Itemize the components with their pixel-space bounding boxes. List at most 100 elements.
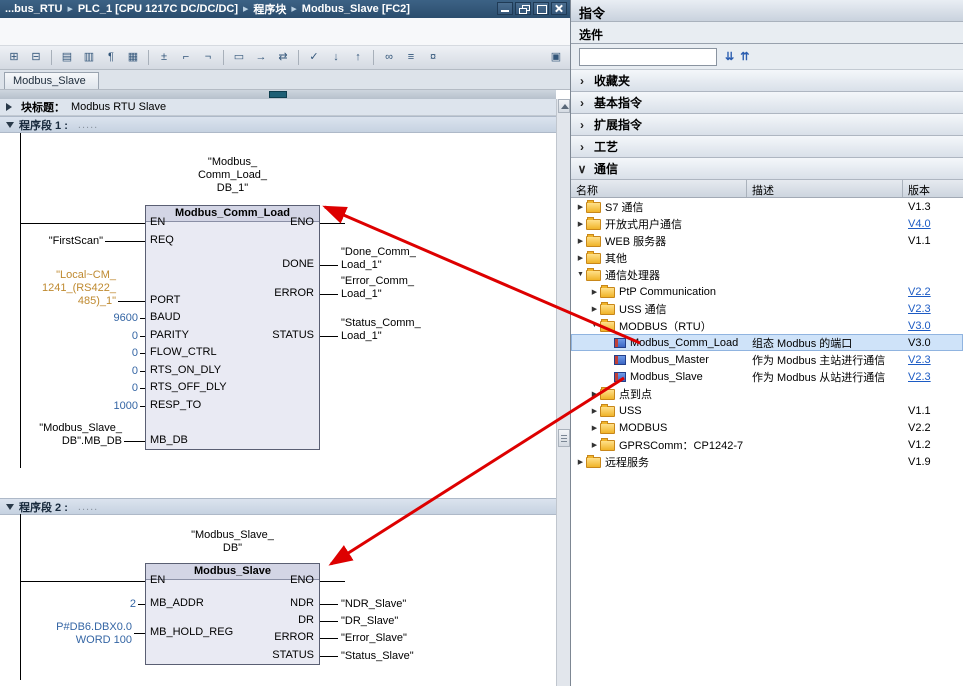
jump-label-icon[interactable]: → bbox=[251, 48, 271, 68]
operand-error[interactable]: "Error_Slave" bbox=[341, 632, 407, 645]
expand-arrow-icon[interactable]: ▶ bbox=[575, 237, 586, 245]
options-icon[interactable]: ¤ bbox=[423, 48, 443, 68]
operand-req[interactable]: "FirstScan" bbox=[0, 235, 103, 248]
detach-editor-icon[interactable]: ▣ bbox=[546, 48, 566, 68]
version-link[interactable]: V2.3 bbox=[908, 303, 931, 315]
tree-row[interactable]: ▶开放式用户通信V4.0 bbox=[571, 215, 963, 232]
breadcrumb-item[interactable]: ...bus_RTU bbox=[5, 3, 62, 15]
operand-error[interactable]: "Error_Comm_ Load_1" bbox=[341, 275, 414, 301]
operand-resp_to[interactable]: 1000 bbox=[0, 400, 138, 413]
expand-arrow-icon[interactable]: ▶ bbox=[575, 458, 586, 466]
maximize-icon[interactable] bbox=[533, 2, 549, 15]
close-icon[interactable] bbox=[551, 2, 567, 15]
scroll-up-icon[interactable] bbox=[558, 99, 570, 113]
operand-status[interactable]: "Status_Comm_ Load_1" bbox=[341, 317, 421, 343]
tree-row[interactable]: ▼MODBUS（RTU）V3.0 bbox=[571, 317, 963, 334]
favorites-icon[interactable]: ≡ bbox=[401, 48, 421, 68]
tree-row[interactable]: ▶S7 通信V1.3 bbox=[571, 198, 963, 215]
delete-network-icon[interactable]: ⊟ bbox=[26, 48, 46, 68]
minimize-icon[interactable] bbox=[497, 2, 513, 15]
absolute-symbolic-toggle-icon[interactable]: ± bbox=[154, 48, 174, 68]
download-icon[interactable]: ↓ bbox=[326, 48, 346, 68]
section-4[interactable]: ›工艺 bbox=[571, 136, 963, 158]
operand-parity[interactable]: 0 bbox=[0, 330, 138, 343]
operand-ndr[interactable]: "NDR_Slave" bbox=[341, 598, 406, 611]
open-branch-icon[interactable]: ⌐ bbox=[176, 48, 196, 68]
expand-arrow-icon[interactable] bbox=[6, 103, 16, 111]
close-branch-icon[interactable]: ¬ bbox=[198, 48, 218, 68]
network-1-header[interactable]: 程序段 1 : ..... bbox=[0, 116, 556, 133]
operand-rts_off_dly[interactable]: 0 bbox=[0, 382, 138, 395]
find-previous-icon[interactable]: ⇈ bbox=[740, 49, 749, 65]
monitor-icon[interactable]: ∞ bbox=[379, 48, 399, 68]
version-link[interactable]: V2.2 bbox=[908, 286, 931, 298]
operand-done[interactable]: "Done_Comm_ Load_1" bbox=[341, 246, 416, 272]
version-link[interactable]: V2.3 bbox=[908, 354, 931, 366]
interface-splitter[interactable] bbox=[0, 90, 556, 99]
search-input[interactable] bbox=[579, 48, 717, 66]
section-3[interactable]: ›扩展指令 bbox=[571, 114, 963, 136]
network-2-comment[interactable]: ..... bbox=[78, 501, 98, 513]
expand-arrow-icon[interactable]: ▶ bbox=[575, 220, 586, 228]
tree-row[interactable]: ▶PtP CommunicationV2.2 bbox=[571, 283, 963, 300]
operand-flow_ctrl[interactable]: 0 bbox=[0, 347, 138, 360]
column-version[interactable]: 版本 bbox=[903, 180, 963, 197]
vertical-scrollbar[interactable] bbox=[556, 99, 570, 686]
tree-row[interactable]: Modbus_Comm_Load组态 Modbus 的端口V3.0 bbox=[571, 334, 963, 351]
window-split-icon[interactable]: ▦ bbox=[123, 48, 143, 68]
expand-arrow-icon[interactable]: ▶ bbox=[589, 407, 600, 415]
modbus-comm-load-instance-name[interactable]: "Modbus_ Comm_Load_ DB_1" bbox=[133, 156, 333, 195]
version-link[interactable]: V4.0 bbox=[908, 218, 931, 230]
breadcrumb-item[interactable]: Modbus_Slave [FC2] bbox=[302, 3, 410, 15]
tree-row[interactable]: Modbus_Master作为 Modbus 主站进行通信V2.3 bbox=[571, 351, 963, 368]
section-1[interactable]: ›收藏夹 bbox=[571, 70, 963, 92]
column-name[interactable]: 名称 bbox=[571, 180, 747, 197]
operand-baud[interactable]: 9600 bbox=[0, 312, 138, 325]
section-5[interactable]: ∨通信 bbox=[571, 158, 963, 180]
upload-icon[interactable]: ↑ bbox=[348, 48, 368, 68]
operand-status[interactable]: "Status_Slave" bbox=[341, 650, 414, 663]
tree-row[interactable]: ▶USS 通信V2.3 bbox=[571, 300, 963, 317]
chevron-right-icon[interactable]: › bbox=[577, 74, 587, 88]
find-next-icon[interactable]: ⇊ bbox=[725, 49, 734, 65]
operand-mb_db[interactable]: "Modbus_Slave_ DB".MB_DB bbox=[0, 422, 122, 448]
operand-mb_hold_reg[interactable]: P#DB6.DBX0.0 WORD 100 bbox=[0, 621, 132, 647]
expand-arrow-icon[interactable]: ▶ bbox=[589, 424, 600, 432]
tree-row[interactable]: ▶其他 bbox=[571, 249, 963, 266]
expand-arrow-icon[interactable]: ▼ bbox=[575, 271, 586, 278]
tree-row[interactable]: ▼通信处理器 bbox=[571, 266, 963, 283]
operand-port[interactable]: "Local~CM_ 1241_(RS422_ 485)_1" bbox=[0, 269, 116, 308]
expand-arrow-icon[interactable]: ▼ bbox=[589, 322, 600, 329]
modbus-slave-instance-name[interactable]: "Modbus_Slave_ DB" bbox=[133, 529, 333, 555]
tree-row[interactable]: ▶远程服务V1.9 bbox=[571, 453, 963, 470]
block-title-value[interactable]: Modbus RTU Slave bbox=[71, 101, 166, 113]
swap-operands-icon[interactable]: ⇄ bbox=[273, 48, 293, 68]
tree-row[interactable]: Modbus_Slave作为 Modbus 从站进行通信V2.3 bbox=[571, 368, 963, 385]
expand-arrow-icon[interactable]: ▶ bbox=[589, 441, 600, 449]
tree-row[interactable]: ▶点到点 bbox=[571, 385, 963, 402]
expand-arrow-icon[interactable]: ▶ bbox=[589, 288, 600, 296]
chevron-right-icon[interactable]: › bbox=[577, 96, 587, 110]
breadcrumb-item[interactable]: 程序块 bbox=[253, 1, 286, 17]
scrollbar-grip[interactable] bbox=[558, 429, 570, 447]
fbd-view-icon[interactable]: ▥ bbox=[79, 48, 99, 68]
ladder-view-icon[interactable]: ▤ bbox=[57, 48, 77, 68]
section-2[interactable]: ›基本指令 bbox=[571, 92, 963, 114]
chevron-right-icon[interactable]: › bbox=[577, 118, 587, 132]
operand-dr[interactable]: "DR_Slave" bbox=[341, 615, 398, 628]
collapse-arrow-icon[interactable] bbox=[6, 122, 14, 132]
operand-rts_on_dly[interactable]: 0 bbox=[0, 365, 138, 378]
expand-arrow-icon[interactable]: ▶ bbox=[575, 254, 586, 262]
network-2-header[interactable]: 程序段 2 : ..... bbox=[0, 498, 556, 515]
tab-modbus-slave[interactable]: Modbus_Slave bbox=[4, 72, 99, 89]
restore-icon[interactable] bbox=[515, 2, 531, 15]
expand-arrow-icon[interactable]: ▶ bbox=[589, 390, 600, 398]
insert-network-icon[interactable]: ⊞ bbox=[4, 48, 24, 68]
tree-row[interactable]: ▶WEB 服务器V1.1 bbox=[571, 232, 963, 249]
column-desc[interactable]: 描述 bbox=[747, 180, 903, 197]
operand-mb_addr[interactable]: 2 bbox=[0, 598, 136, 611]
collapse-arrow-icon[interactable] bbox=[6, 504, 14, 514]
chevron-down-icon[interactable]: ∨ bbox=[577, 162, 587, 176]
compile-icon[interactable]: ✓ bbox=[304, 48, 324, 68]
version-link[interactable]: V3.0 bbox=[908, 320, 931, 332]
